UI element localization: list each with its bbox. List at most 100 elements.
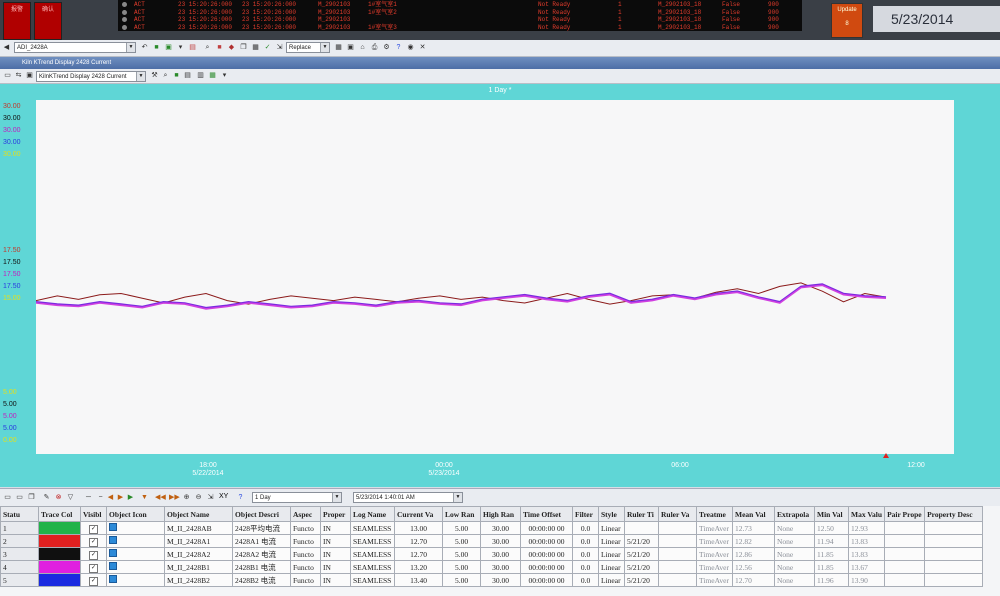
cell-ruler-time[interactable]: 5/21/20 [624,560,659,574]
tools-icon[interactable]: ⚒ [150,71,159,80]
cell-extrap[interactable]: None [774,560,815,574]
zoom-out-icon[interactable]: ⊖ [194,493,203,502]
delete-icon[interactable]: ⊗ [54,493,63,502]
close-icon[interactable]: ✕ [418,43,427,52]
cell-aspect[interactable]: Functo [290,573,321,587]
cell-current[interactable]: 13.00 [394,521,443,535]
cell-low[interactable]: 5.00 [442,547,481,561]
grid-header-cell[interactable]: Aspec [290,506,321,522]
cell-high[interactable]: 30.00 [480,560,521,574]
visible-checkbox[interactable]: ✓ [89,538,98,547]
cell-log[interactable]: SEAMLESS [350,573,395,587]
grid-header-cell[interactable]: High Ran [480,506,521,522]
cell-offset[interactable]: 00:00:00 00 [520,521,573,535]
grid-header-cell[interactable]: Treatme [696,506,733,522]
cell-prop[interactable]: IN [320,573,351,587]
search-icon[interactable]: ⌕ [161,71,170,80]
trace-color-swatch[interactable] [38,534,81,548]
cell-min[interactable]: 11.85 [814,560,849,574]
mode-combo[interactable]: Replace ▼ [286,42,330,53]
step-forward-icon[interactable]: ▶ [126,493,135,502]
cell-low[interactable]: 5.00 [442,521,481,535]
cell-prop[interactable]: IN [320,560,351,574]
step-back-icon[interactable]: ◀ [106,493,115,502]
refresh-icon[interactable]: ▣ [164,43,173,52]
cell-offset[interactable]: 00:00:00 00 [520,547,573,561]
cell-treatment[interactable]: TimeAver [696,560,733,574]
help-icon[interactable]: ? [236,493,245,502]
trend-line-m-ii-2428ab[interactable] [36,282,887,305]
grid-header-cell[interactable]: Mean Val [732,506,775,522]
empty-cell[interactable] [924,547,984,561]
trace-color-swatch[interactable] [38,521,81,535]
cell-log[interactable]: SEAMLESS [350,560,395,574]
visible-cell[interactable]: ✓ [80,521,107,535]
cell-aspect[interactable]: Functo [290,521,321,535]
cell-filter[interactable]: 0.0 [572,521,599,535]
period-combo[interactable]: 1 Day ▼ [252,492,342,503]
cell-min[interactable]: 12.50 [814,521,849,535]
cell-mean[interactable]: 12.82 [732,534,775,548]
stop-icon[interactable]: ■ [215,43,224,52]
cell-ruler-time[interactable]: 5/21/20 [624,534,659,548]
empty-cell[interactable] [924,560,984,574]
cell-low[interactable]: 5.00 [442,560,481,574]
cell-mean[interactable]: 12.70 [732,573,775,587]
empty-cell[interactable] [884,521,926,535]
home-icon[interactable]: ⌂ [358,43,367,52]
cell-extrap[interactable]: None [774,547,815,561]
cell-desc[interactable]: 2428B1 电流 [232,560,291,574]
cell-high[interactable]: 30.00 [480,521,521,535]
cell-mean[interactable]: 12.56 [732,560,775,574]
cell-treatment[interactable]: TimeAver [696,534,733,548]
cell-filter[interactable]: 0.0 [572,560,599,574]
cell-style[interactable]: Linear [598,560,625,574]
cell-current[interactable]: 12.70 [394,547,443,561]
date-combo[interactable]: 5/23/2014 1:40:01 AM ▼ [353,492,463,503]
grid-header-cell[interactable]: Object Name [164,506,233,522]
visible-checkbox[interactable]: ✓ [89,525,98,534]
empty-cell[interactable] [884,560,926,574]
cell-desc[interactable]: 2428A1 电流 [232,534,291,548]
object-icon-cell[interactable] [106,521,165,535]
visible-cell[interactable]: ✓ [80,534,107,548]
display-combo[interactable]: KilnKTrend Display 2428 Current ▼ [36,71,146,82]
grid-header-cell[interactable]: Property Desc [924,506,984,522]
grid-header-cell[interactable]: Proper [320,506,351,522]
cell-min[interactable]: 11.94 [814,534,849,548]
cell-treatment[interactable]: TimeAver [696,521,733,535]
cell-low[interactable]: 5.00 [442,573,481,587]
cell-high[interactable]: 30.00 [480,547,521,561]
back-icon[interactable]: ↶ [140,43,149,52]
cell-object-name[interactable]: M_II_2428B1 [164,560,233,574]
alarm-row[interactable]: ACT 23 15:20:26:000 23 15:20:26:000 M_29021… [118,9,802,16]
empty-cell[interactable] [924,534,984,548]
grid-header-cell[interactable]: Object Icon [106,506,165,522]
open-icon[interactable]: ■ [172,71,181,80]
cell-max[interactable]: 13.83 [847,534,886,548]
grid-header-cell[interactable]: Low Ran [442,506,481,522]
cell-prop[interactable]: IN [320,534,351,548]
play-icon[interactable]: ▶ [116,493,125,502]
cell-style[interactable]: Linear [598,521,625,535]
cell-current[interactable]: 12.70 [394,534,443,548]
trace-color-swatch[interactable] [38,547,81,561]
cell-high[interactable]: 30.00 [480,573,521,587]
cell-object-name[interactable]: M_II_2428B2 [164,573,233,587]
table-row[interactable]: 2 ✓ M_II_2428A1 2428A1 电流 Functo IN SEAMLESS 12… [0,534,984,548]
grid-header-cell[interactable]: Log Name [350,506,395,522]
display-icon[interactable]: ▭ [3,71,12,80]
rewind-icon[interactable]: ◀◀ [155,493,166,502]
trend-plot[interactable] [36,100,954,454]
trend-window-titlebar[interactable]: Kiln KTrend Display 2428 Current [0,57,1000,69]
trace-color-swatch[interactable] [38,560,81,574]
empty-cell[interactable] [658,534,697,548]
cell-log[interactable]: SEAMLESS [350,521,395,535]
cell-max[interactable]: 13.90 [847,573,886,587]
cell-max[interactable]: 13.83 [847,547,886,561]
cell-aspect[interactable]: Functo [290,534,321,548]
cell-filter[interactable]: 0.0 [572,547,599,561]
forward-icon[interactable]: ■ [152,43,161,52]
layout-icon[interactable]: ▦ [334,43,343,52]
alert-icon[interactable]: ▤ [188,43,197,52]
